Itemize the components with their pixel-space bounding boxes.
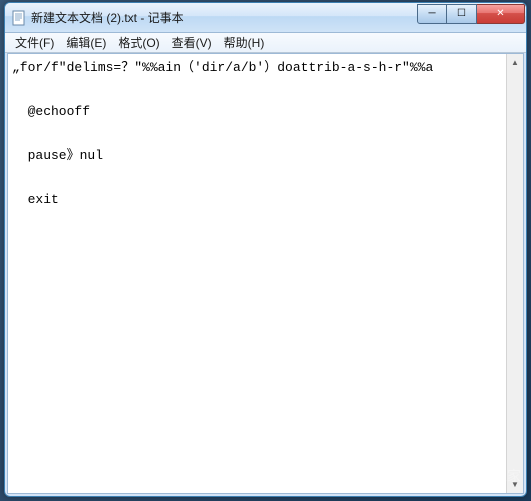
- maximize-button[interactable]: ☐: [447, 4, 477, 24]
- close-button[interactable]: ✕: [477, 4, 525, 24]
- close-icon: ✕: [496, 8, 504, 19]
- app-icon: [11, 10, 27, 26]
- scroll-track[interactable]: [507, 71, 523, 476]
- scroll-up-button[interactable]: ▲: [507, 54, 523, 71]
- menu-view[interactable]: 查看(V): [166, 33, 218, 52]
- menu-edit[interactable]: 编辑(E): [60, 33, 112, 52]
- text-editor[interactable]: „for/f"delims=？"%%ain（'dir/a/b'）doattrib…: [8, 54, 506, 493]
- titlebar[interactable]: 新建文本文档 (2).txt - 记事本 ─ ☐ ✕: [5, 3, 526, 33]
- maximize-icon: ☐: [457, 8, 466, 19]
- menu-file[interactable]: 文件(F): [9, 33, 60, 52]
- minimize-button[interactable]: ─: [417, 4, 447, 24]
- editor-line: @echooff: [12, 104, 90, 119]
- vertical-scrollbar[interactable]: ▲ ▼: [506, 54, 523, 493]
- notepad-window: 新建文本文档 (2).txt - 记事本 ─ ☐ ✕ 文件(F) 编辑(E) 格…: [4, 2, 527, 497]
- window-title: 新建文本文档 (2).txt - 记事本: [31, 9, 417, 26]
- menubar: 文件(F) 编辑(E) 格式(O) 查看(V) 帮助(H): [5, 33, 526, 53]
- minimize-icon: ─: [428, 8, 435, 19]
- editor-line: pause》nul: [12, 148, 103, 163]
- menu-format[interactable]: 格式(O): [112, 33, 165, 52]
- chevron-up-icon: ▲: [511, 58, 519, 67]
- editor-line: „for/f"delims=？"%%ain（'dir/a/b'）doattrib…: [12, 60, 433, 75]
- editor-container: „for/f"delims=？"%%ain（'dir/a/b'）doattrib…: [7, 53, 524, 494]
- editor-line: exit: [12, 192, 59, 207]
- scroll-down-button[interactable]: ▼: [507, 476, 523, 493]
- chevron-down-icon: ▼: [511, 480, 519, 489]
- window-controls: ─ ☐ ✕: [417, 4, 525, 24]
- menu-help[interactable]: 帮助(H): [218, 33, 271, 52]
